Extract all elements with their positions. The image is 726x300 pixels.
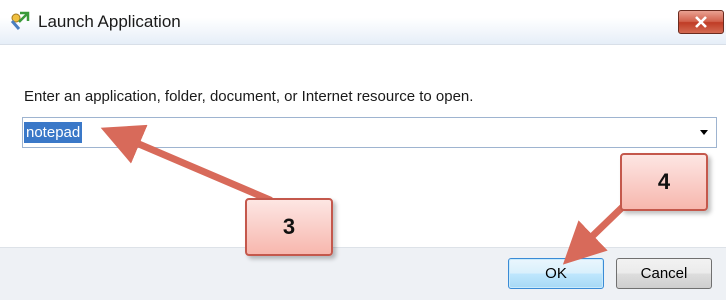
- open-input[interactable]: notepad: [24, 122, 83, 143]
- prompt-label: Enter an application, folder, document, …: [24, 88, 474, 105]
- ok-button[interactable]: OK: [508, 258, 604, 289]
- launch-app-icon: [8, 9, 32, 33]
- close-button[interactable]: [678, 10, 724, 34]
- callout-step-4: 4: [620, 153, 708, 211]
- close-icon: [695, 16, 707, 28]
- open-combobox[interactable]: notepad: [22, 117, 717, 148]
- callout-step-3: 3: [245, 198, 333, 256]
- window-title: Launch Application: [38, 12, 181, 31]
- cancel-button[interactable]: Cancel: [616, 258, 712, 289]
- title-bar[interactable]: Launch Application: [0, 0, 726, 45]
- launch-application-dialog: Launch Application Enter an application,…: [0, 0, 726, 300]
- chevron-down-icon[interactable]: [700, 130, 708, 135]
